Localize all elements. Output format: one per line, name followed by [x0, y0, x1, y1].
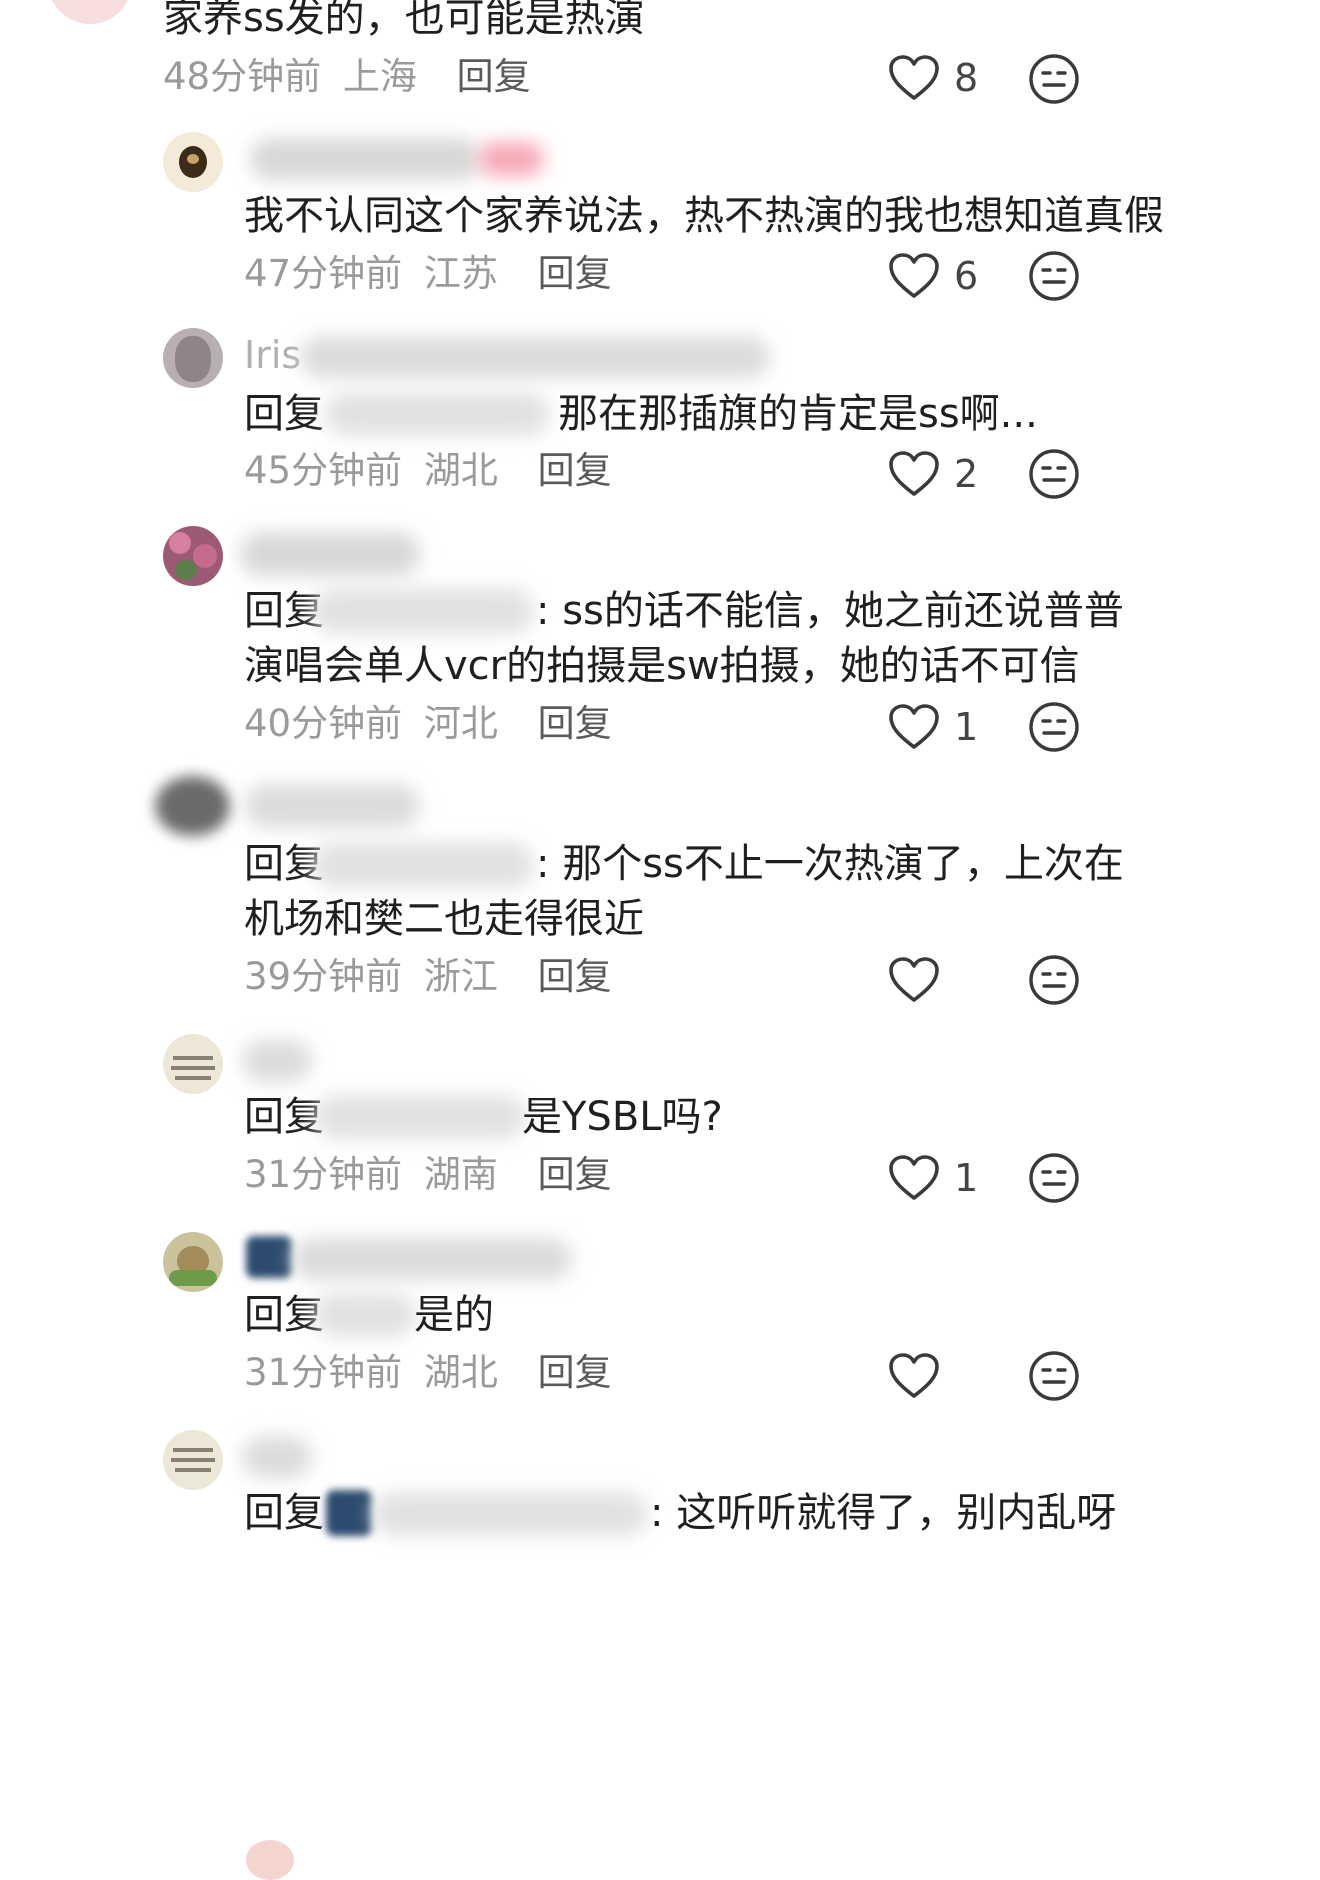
- comment-location: 湖北: [423, 1351, 498, 1394]
- neutral-face-icon[interactable]: [1027, 447, 1081, 501]
- mention-redacted: [314, 1095, 526, 1139]
- like-count: 2: [954, 452, 979, 496]
- avatar[interactable]: [163, 526, 223, 586]
- reply-prefix: 回复: [244, 1094, 324, 1140]
- username-redacted: [245, 784, 420, 828]
- avatar[interactable]: [246, 1840, 294, 1880]
- comment-text: 家养ss发的，也可能是热演: [163, 0, 645, 41]
- comment-meta: 47分钟前 江苏 回复: [244, 249, 612, 299]
- comment-text-line1: : 那个ss不止一次热演了，上次在: [536, 841, 1124, 887]
- like-button[interactable]: 6: [888, 248, 978, 304]
- avatar[interactable]: [163, 1034, 223, 1094]
- comment-location: 湖南: [423, 1153, 498, 1196]
- mention-redacted: [325, 392, 550, 436]
- like-button[interactable]: 8: [888, 50, 978, 106]
- comment-text: : 这听听就得了，别内乱呀: [650, 1490, 1117, 1536]
- avatar[interactable]: [48, 0, 132, 24]
- avatar[interactable]: [163, 132, 223, 192]
- comment-meta: 40分钟前 河北 回复: [244, 699, 612, 749]
- comment-text: 是的: [414, 1292, 494, 1338]
- username-redacted: [242, 1436, 312, 1478]
- avatar[interactable]: [163, 1430, 223, 1490]
- mention-redacted: [312, 842, 534, 888]
- heart-icon: [888, 252, 940, 300]
- heart-icon: [888, 956, 940, 1004]
- comment-location: 湖北: [423, 449, 498, 492]
- comment-meta: 39分钟前 浙江 回复: [244, 952, 612, 1002]
- comment-time: 40分钟前: [244, 702, 403, 745]
- username-redacted: [292, 1238, 572, 1280]
- neutral-face-icon[interactable]: [1027, 953, 1081, 1007]
- like-count: 8: [954, 56, 979, 100]
- badge-redacted: [326, 1490, 372, 1536]
- like-button[interactable]: [888, 1348, 954, 1404]
- reply-button[interactable]: 回复: [538, 955, 612, 998]
- comment-meta: 31分钟前 湖南 回复: [244, 1150, 612, 1200]
- comment-location: 浙江: [423, 955, 498, 998]
- neutral-face-icon[interactable]: [1027, 700, 1081, 754]
- like-button[interactable]: 1: [888, 1150, 978, 1206]
- username-redacted: [250, 138, 480, 180]
- mention-redacted: [314, 1293, 416, 1337]
- comment-time: 39分钟前: [244, 955, 403, 998]
- neutral-face-icon[interactable]: [1027, 249, 1081, 303]
- username-redacted: [242, 1040, 312, 1082]
- avatar[interactable]: [163, 328, 223, 388]
- reply-button[interactable]: 回复: [538, 702, 612, 745]
- heart-icon: [888, 703, 940, 751]
- comment-location: 上海: [342, 55, 417, 98]
- reply-prefix: 回复: [244, 1292, 324, 1338]
- reply-button[interactable]: 回复: [538, 1351, 612, 1394]
- heart-icon: [888, 450, 940, 498]
- badge-redacted: [478, 142, 544, 176]
- username-redacted: [300, 336, 770, 378]
- reply-button[interactable]: 回复: [457, 55, 531, 98]
- like-button[interactable]: 2: [888, 446, 978, 502]
- neutral-face-icon[interactable]: [1027, 1349, 1081, 1403]
- comment-username[interactable]: Iris: [244, 333, 301, 377]
- comment-location: 河北: [423, 702, 498, 745]
- heart-icon: [888, 1352, 940, 1400]
- reply-button[interactable]: 回复: [538, 252, 612, 295]
- heart-icon: [888, 1154, 940, 1202]
- username-redacted: [240, 532, 420, 576]
- like-count: 1: [954, 705, 979, 749]
- mention-redacted: [312, 588, 534, 634]
- heart-icon: [888, 54, 940, 102]
- reply-prefix: 回复: [244, 391, 324, 437]
- like-count: 1: [954, 1156, 979, 1200]
- avatar[interactable]: [163, 1232, 223, 1292]
- comment-time: 47分钟前: [244, 252, 403, 295]
- badge-redacted: [246, 1236, 292, 1278]
- comment-text-line2: 演唱会单人vcr的拍摄是sw拍摄，她的话不可信: [244, 643, 1080, 689]
- comment-location: 江苏: [423, 252, 498, 295]
- like-button[interactable]: [888, 952, 954, 1008]
- comment-text: 我不认同这个家养说法，热不热演的我也想知道真假: [244, 193, 1164, 239]
- comment-text-line1: : ss的话不能信，她之前还说普普: [536, 588, 1124, 634]
- comment-time: 31分钟前: [244, 1153, 403, 1196]
- like-count: 6: [954, 254, 979, 298]
- mention-redacted: [372, 1492, 648, 1536]
- reply-prefix: 回复: [244, 1490, 324, 1536]
- comment-meta: 48分钟前 上海 回复: [163, 52, 531, 102]
- neutral-face-icon[interactable]: [1027, 1151, 1081, 1205]
- comment-text-line2: 机场和樊二也走得很近: [244, 896, 644, 942]
- reply-button[interactable]: 回复: [538, 1153, 612, 1196]
- comment-meta: 31分钟前 湖北 回复: [244, 1348, 612, 1398]
- comment-text: 是YSBL吗?: [522, 1094, 723, 1140]
- like-button[interactable]: 1: [888, 699, 978, 755]
- comment-time: 45分钟前: [244, 449, 403, 492]
- comment-meta: 45分钟前 湖北 回复: [244, 446, 612, 496]
- comment-time: 31分钟前: [244, 1351, 403, 1394]
- comment-text: 那在那插旗的肯定是ss啊...: [558, 391, 1038, 437]
- avatar[interactable]: [155, 776, 230, 836]
- reply-button[interactable]: 回复: [538, 449, 612, 492]
- neutral-face-icon[interactable]: [1027, 52, 1081, 106]
- comment-time: 48分钟前: [163, 55, 322, 98]
